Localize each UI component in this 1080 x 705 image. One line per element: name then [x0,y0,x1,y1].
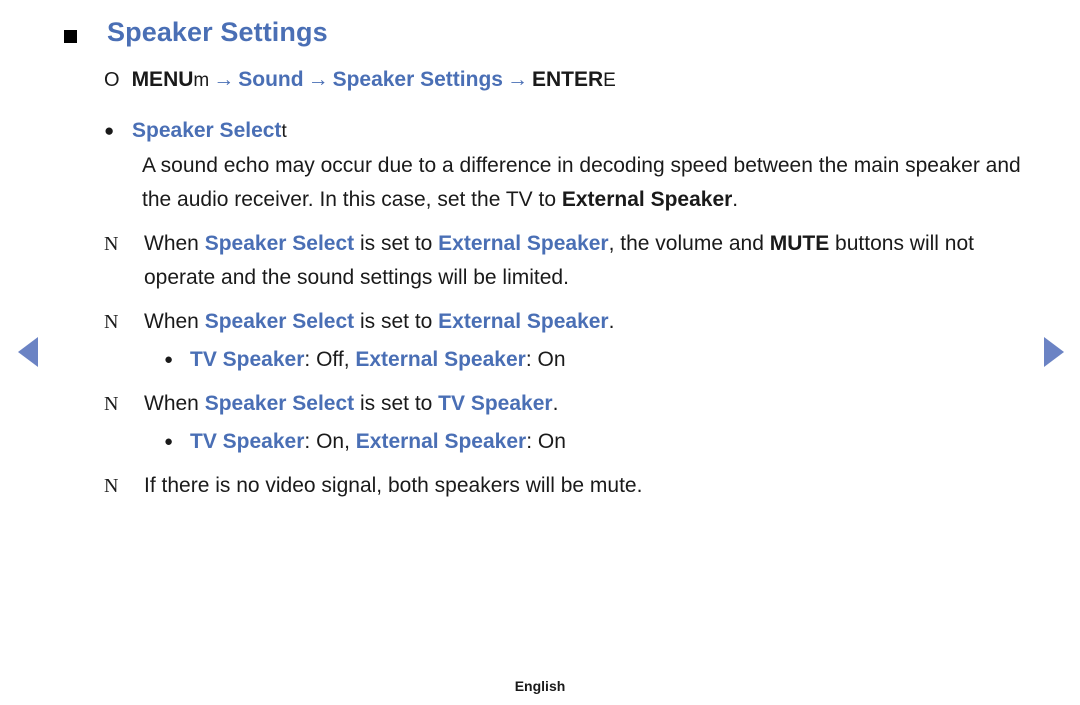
note-mark-icon: N [104,311,119,333]
note-text: When Speaker Select is set to TV Speaker… [144,387,984,421]
option-heading-row: ● Speaker Selectt [104,116,1024,147]
menu-button-label: MENU [131,68,194,91]
sub-seg: : On [525,348,566,371]
note-seg: External Speaker [438,310,609,333]
note-seg: When [144,310,205,333]
sub-item: ● TV Speaker: Off, External Speaker: On [164,343,1024,377]
note-seg: When [144,392,205,415]
arrow-icon-2: → [307,68,329,91]
note-text: When Speaker Select is set to External S… [144,305,984,339]
body-content: ● Speaker Selectt A sound echo may occur… [104,116,1024,503]
prev-page-arrow-icon[interactable] [18,337,38,367]
sub-seg: : Off, [304,348,356,371]
option-heading-suffix: t [281,121,287,142]
bullet-dot-icon: ● [164,351,174,368]
note-seg: External Speaker [438,232,609,255]
note-text: When Speaker Select is set to External S… [144,227,984,295]
intro-bold-external-speaker: External Speaker [561,188,733,211]
sub-item-text: TV Speaker: On, External Speaker: On [190,425,566,459]
bullet-dot-icon: ● [164,433,174,450]
sub-seg: : On, [304,430,356,453]
note-text: If there is no video signal, both speake… [144,469,984,503]
bullet-dot-icon: ● [104,121,115,140]
footer-language-label: English [514,678,566,694]
sub-seg: External Speaker [355,348,526,371]
note-seg: MUTE [769,232,830,255]
intro-part-2: . [732,188,739,211]
note-item: N When Speaker Select is set to TV Speak… [104,387,1024,421]
note-seg: , the volume and [608,232,770,255]
menu-step-sound: Sound [238,68,304,91]
menu-path: O MENUm → Sound → Speaker Settings → ENTERE [104,66,616,94]
sub-item-text: TV Speaker: Off, External Speaker: On [190,343,566,377]
page-title: Speaker Settings [107,17,328,47]
note-seg: is set to [354,232,439,255]
sub-seg: : On [526,430,566,453]
note-mark-icon: N [104,475,119,497]
note-mark-icon: N [104,393,119,415]
note-seg: . [608,310,615,333]
note-seg: TV Speaker [438,392,553,415]
arrow-icon-1: → [213,68,235,91]
menu-button-suffix: m [193,70,210,91]
note-seg: is set to [354,392,439,415]
intro-paragraph: A sound echo may occur due to a differen… [142,149,1022,217]
note-seg: When [144,232,205,255]
circle-glyph-icon: O [104,69,120,91]
sub-seg: TV Speaker [190,348,305,371]
square-bullet-icon [64,30,77,43]
option-heading-label: Speaker Select [132,119,282,142]
sub-seg: External Speaker [355,430,527,453]
note-item: N When Speaker Select is set to External… [104,305,1024,339]
enter-button-suffix: E [603,70,616,91]
page-title-row: Speaker Settings [64,16,328,48]
sub-item: ● TV Speaker: On, External Speaker: On [164,425,1024,459]
note-item: N When Speaker Select is set to External… [104,227,1024,295]
note-seg: Speaker Select [204,232,355,255]
arrow-icon-3: → [506,68,528,91]
option-heading: Speaker Selectt [132,116,287,147]
next-page-arrow-icon[interactable] [1044,337,1064,367]
note-seg: If there is no video signal, both speake… [144,474,643,497]
note-item: N If there is no video signal, both spea… [104,469,1024,503]
note-seg: Speaker Select [204,392,355,415]
note-seg: is set to [354,310,439,333]
note-seg: Speaker Select [204,310,355,333]
document-page: Speaker Settings O MENUm → Sound → Speaker Se… [0,0,1080,705]
note-seg: . [552,392,559,415]
sub-seg: TV Speaker [190,430,305,453]
menu-step-speaker-settings: Speaker Settings [332,68,503,91]
enter-button-label: ENTER [531,68,604,91]
note-mark-icon: N [104,233,119,255]
